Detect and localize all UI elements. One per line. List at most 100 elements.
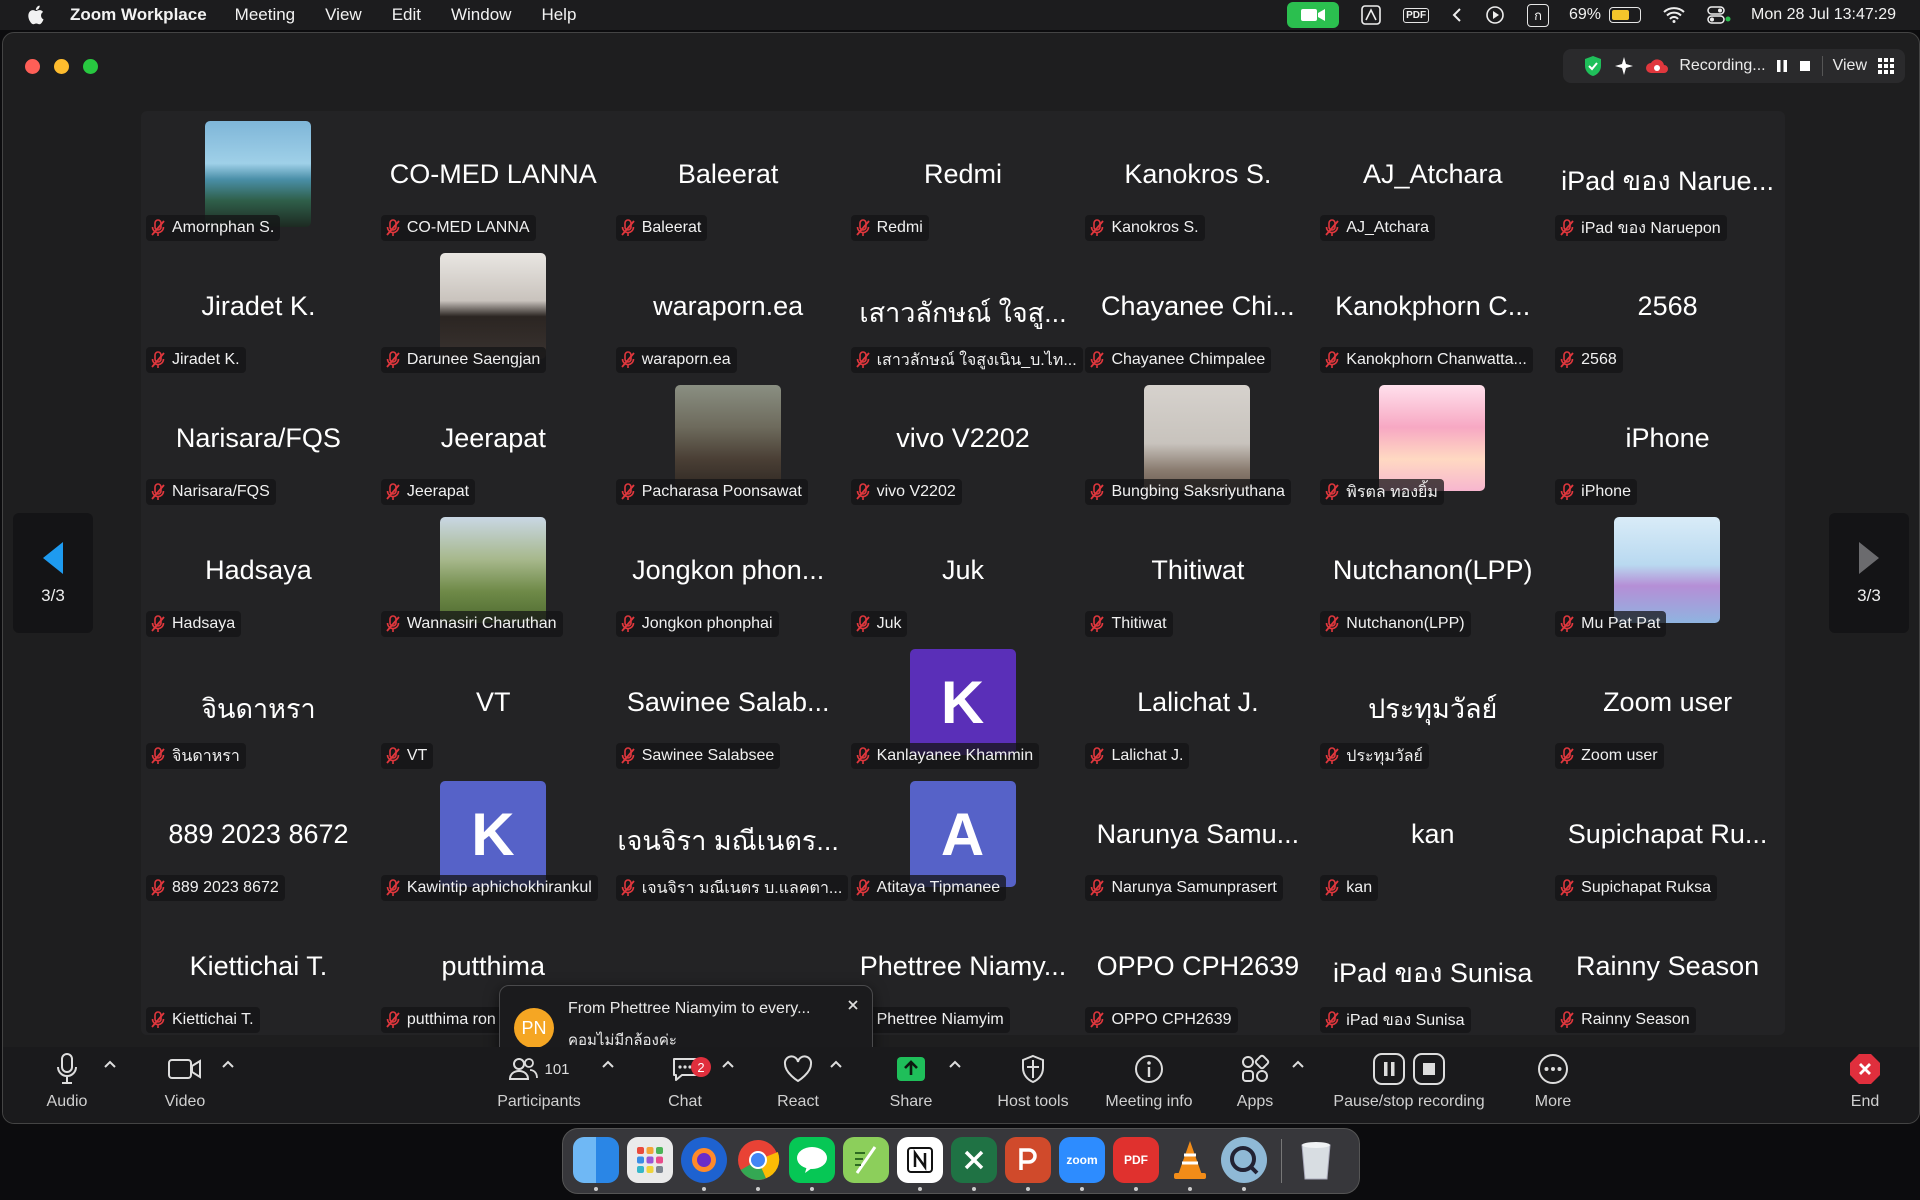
participant-tile[interactable]: iPhone iPhone — [1550, 375, 1785, 507]
menu-edit[interactable]: Edit — [392, 5, 421, 25]
participant-tile[interactable]: Kanokros S. Kanokros S. — [1080, 111, 1315, 243]
view-menu-label[interactable]: View — [1833, 57, 1867, 75]
participant-tile[interactable]: iPad ของ Sunisa iPad ของ Sunisa — [1315, 903, 1550, 1035]
host-tools-button[interactable]: Host tools — [978, 1047, 1088, 1123]
participant-tile[interactable]: 2568 2568 — [1550, 243, 1785, 375]
audio-options-chevron-icon[interactable] — [103, 1059, 117, 1069]
participant-tile[interactable]: waraporn.ea waraporn.ea — [611, 243, 846, 375]
participant-tile[interactable]: Juk Juk — [846, 507, 1081, 639]
video-options-chevron-icon[interactable] — [221, 1059, 235, 1069]
apple-icon[interactable] — [26, 4, 48, 26]
battery-icon[interactable] — [1609, 7, 1641, 23]
participant-tile[interactable]: Bungbing Saksriyuthana — [1080, 375, 1315, 507]
meeting-info-button[interactable]: Meeting info — [1084, 1047, 1214, 1123]
previous-page-button[interactable]: 3/3 — [13, 513, 93, 633]
participant-tile[interactable]: Redmi Redmi — [846, 111, 1081, 243]
participant-tile[interactable]: Kanokphorn C... Kanokphorn Chanwatta... — [1315, 243, 1550, 375]
participant-tile[interactable]: kan kan — [1315, 771, 1550, 903]
participant-tile[interactable]: Lalichat J. Lalichat J. — [1080, 639, 1315, 771]
participant-tile[interactable]: Phettree Niamy... Phettree Niamyim — [846, 903, 1081, 1035]
participant-tile[interactable]: Chayanee Chi... Chayanee Chimpalee — [1080, 243, 1315, 375]
participant-tile[interactable]: vivo V2202 vivo V2202 — [846, 375, 1081, 507]
react-options-chevron-icon[interactable] — [829, 1059, 843, 1069]
participant-tile[interactable]: iPad ของ Narue... iPad ของ Naruepon — [1550, 111, 1785, 243]
close-window-button[interactable] — [25, 59, 40, 74]
powerpoint-icon[interactable] — [1005, 1137, 1051, 1183]
chat-options-chevron-icon[interactable] — [721, 1059, 735, 1069]
gallery-grid-icon[interactable] — [1877, 57, 1895, 75]
pdf-menu-icon[interactable]: PDF — [1403, 7, 1430, 23]
participant-tile[interactable]: A Atitaya Tipmanee — [846, 771, 1081, 903]
ai-companion-icon[interactable] — [1613, 55, 1635, 77]
share-options-chevron-icon[interactable] — [948, 1059, 962, 1069]
close-toast-icon[interactable] — [844, 996, 862, 1014]
line-icon[interactable] — [789, 1137, 835, 1183]
quicktime-icon[interactable] — [1221, 1137, 1267, 1183]
participant-tile[interactable]: เจนจิรา มณีเนตร... เจนจิรา มณีเนตร บ.แลคต… — [611, 771, 848, 903]
app-name[interactable]: Zoom Workplace — [70, 5, 207, 25]
participant-tile[interactable]: Hadsaya Hadsaya — [141, 507, 376, 639]
participant-tile[interactable]: Wannasiri Charuthan — [376, 507, 611, 639]
participant-tile[interactable]: CO-MED LANNA CO-MED LANNA — [376, 111, 611, 243]
pause-stop-recording-button[interactable]: Pause/stop recording — [1319, 1047, 1499, 1123]
participants-options-chevron-icon[interactable] — [601, 1059, 615, 1069]
play-circle-icon[interactable] — [1485, 5, 1505, 25]
pdf-app-icon[interactable]: PDF — [1113, 1137, 1159, 1183]
participant-tile[interactable]: Narisara/FQS Narisara/FQS — [141, 375, 376, 507]
participant-tile[interactable]: ประทุมวัลย์ ประทุมวัลย์ — [1315, 639, 1550, 771]
security-shield-icon[interactable] — [1583, 55, 1603, 77]
participant-tile[interactable]: Rainny Season Rainny Season — [1550, 903, 1785, 1035]
participant-tile[interactable]: Amornphan S. — [141, 111, 376, 243]
audio-button[interactable]: Audio — [27, 1047, 107, 1123]
participant-tile[interactable]: K Kawintip aphichokhirankul — [376, 771, 611, 903]
chevron-left-icon[interactable] — [1451, 7, 1463, 23]
participant-tile[interactable]: Supichapat Ru... Supichapat Ruksa — [1550, 771, 1785, 903]
participant-tile[interactable]: จินดาหรา จินดาหรา — [141, 639, 376, 771]
excel-icon[interactable] — [951, 1137, 997, 1183]
participant-tile[interactable]: Zoom user Zoom user — [1550, 639, 1785, 771]
next-page-button[interactable]: 3/3 — [1829, 513, 1909, 633]
minimize-window-button[interactable] — [54, 59, 69, 74]
menu-view[interactable]: View — [325, 5, 362, 25]
participant-tile[interactable]: VT VT — [376, 639, 611, 771]
menubar-clock[interactable]: Mon 28 Jul 13:47:29 — [1751, 6, 1896, 24]
font-app-icon[interactable] — [1361, 5, 1381, 25]
notes-app-icon[interactable] — [843, 1137, 889, 1183]
menu-help[interactable]: Help — [541, 5, 576, 25]
thai-input-icon[interactable]: ก — [1527, 3, 1549, 27]
chrome-icon[interactable] — [735, 1137, 781, 1183]
participant-tile[interactable]: Jongkon phon... Jongkon phonphai — [611, 507, 846, 639]
participant-tile[interactable]: Nutchanon(LPP) Nutchanon(LPP) — [1315, 507, 1550, 639]
participant-tile[interactable]: Thitiwat Thitiwat — [1080, 507, 1315, 639]
participant-tile[interactable]: OPPO CPH2639 OPPO CPH2639 — [1080, 903, 1315, 1035]
zoom-dock-icon[interactable]: zoom — [1059, 1137, 1105, 1183]
chat-button[interactable]: Chat — [645, 1047, 725, 1123]
firefox-icon[interactable] — [681, 1137, 727, 1183]
more-button[interactable]: More — [1513, 1047, 1593, 1123]
zoom-camera-status-icon[interactable] — [1287, 2, 1340, 28]
participant-tile[interactable]: Narunya Samu... Narunya Samunprasert — [1080, 771, 1315, 903]
participant-tile[interactable]: Jeerapat Jeerapat — [376, 375, 611, 507]
trash-icon[interactable] — [1293, 1137, 1339, 1183]
finder-icon[interactable] — [573, 1137, 619, 1183]
participants-button[interactable]: 101 Participants — [489, 1047, 589, 1123]
fullscreen-window-button[interactable] — [83, 59, 98, 74]
menu-meeting[interactable]: Meeting — [235, 5, 295, 25]
control-center-icon[interactable] — [1707, 6, 1731, 24]
participant-tile[interactable]: พิรตล ทองยิ้ม — [1315, 375, 1550, 507]
pause-recording-icon[interactable] — [1776, 59, 1788, 73]
participant-tile[interactable]: Mu Pat Pat — [1550, 507, 1785, 639]
end-meeting-button[interactable]: End — [1825, 1047, 1905, 1123]
stop-recording-icon[interactable] — [1798, 59, 1812, 73]
participant-tile[interactable]: AJ_Atchara AJ_Atchara — [1315, 111, 1550, 243]
launchpad-icon[interactable] — [627, 1137, 673, 1183]
video-button[interactable]: Video — [145, 1047, 225, 1123]
participant-tile[interactable]: 889 2023 8672 889 2023 8672 — [141, 771, 376, 903]
menu-window[interactable]: Window — [451, 5, 511, 25]
participant-tile[interactable]: Jiradet K. Jiradet K. — [141, 243, 376, 375]
participant-tile[interactable]: เสาวลักษณ์ ใจสู... เสาวลักษณ์ ใจสูงเนิน_บ… — [846, 243, 1083, 375]
participant-tile[interactable]: Pacharasa Poonsawat — [611, 375, 846, 507]
vlc-icon[interactable] — [1167, 1137, 1213, 1183]
participant-tile[interactable]: K Kanlayanee Khammin — [846, 639, 1081, 771]
react-button[interactable]: React — [758, 1047, 838, 1123]
